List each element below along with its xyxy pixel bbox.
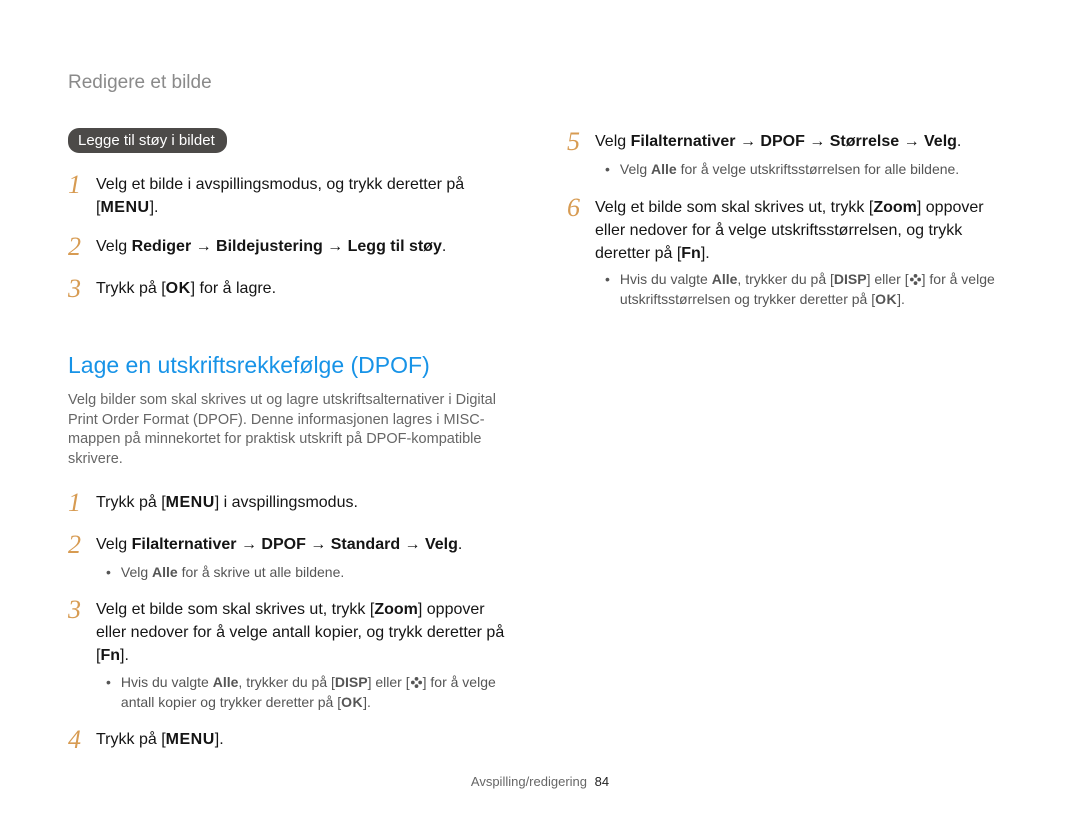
step-text: Trykk på [ (96, 731, 166, 748)
step-text: Trykk på [ (96, 494, 166, 511)
page-footer: Avspilling/redigering 84 (0, 774, 1080, 789)
content-columns: Legge til støy i bildet 1 Velg et bilde … (68, 128, 1012, 768)
step-number: 1 (68, 489, 86, 516)
bullet-text: Hvis du valgte (121, 674, 213, 690)
menu-path: Filalternativer → DPOF → Størrelse → Vel… (631, 133, 957, 150)
step-text: Trykk på [ (96, 280, 166, 297)
menu-icon: MENU (166, 494, 215, 511)
step-text: ]. (150, 199, 159, 216)
ok-icon: OK (166, 280, 191, 297)
dpof-step-6: 6 Velg et bilde som skal skrives ut, try… (567, 194, 1012, 266)
step-text: Velg (595, 133, 631, 150)
menu-path: Filalternativer → DPOF → Standard → Velg (132, 536, 458, 553)
menu-path: Rediger → Bildejustering → Legg til støy (132, 238, 442, 255)
step-3: 3 Trykk på [OK] for å lagre. (68, 275, 513, 302)
step-number: 5 (567, 128, 585, 155)
step-number: 2 (68, 531, 86, 558)
step-text: ] i avspillingsmodus. (215, 494, 358, 511)
step-number: 3 (68, 596, 86, 668)
step-text: Velg (96, 536, 132, 553)
step-number: 6 (567, 194, 585, 266)
page-header: Redigere et bilde (68, 72, 1012, 94)
step-text: Velg et bilde som skal skrives ut, trykk… (96, 601, 374, 618)
bullet-text: Velg (620, 161, 651, 177)
step-number: 3 (68, 275, 86, 302)
step-2: 2 Velg Rediger → Bildejustering → Legg t… (68, 233, 513, 260)
step-text: . (458, 536, 462, 553)
step-text: ]. (701, 245, 710, 262)
fn-label: Fn (681, 245, 701, 262)
bullet-text: Velg (121, 564, 152, 580)
step-text: Velg (96, 238, 132, 255)
disp-label: DISP (834, 271, 867, 287)
step-number: 2 (68, 233, 86, 260)
step-text: Velg et bilde som skal skrives ut, trykk… (595, 199, 873, 216)
bullet-text: Hvis du valgte (620, 271, 712, 287)
zoom-label: Zoom (374, 601, 418, 618)
disp-label: DISP (335, 674, 368, 690)
list-item: Hvis du valgte Alle, trykker du på [DISP… (106, 672, 513, 713)
step-1: 1 Velg et bilde i avspillingsmodus, og t… (68, 171, 513, 219)
bullet-text: , trykker du på [ (737, 271, 833, 287)
section-description: Velg bilder som skal skrives ut og lagre… (68, 391, 513, 469)
bullet-text: for å skrive ut alle bildene. (178, 564, 345, 580)
dpof-step-5: 5 Velg Filalternativer → DPOF → Størrels… (567, 128, 1012, 155)
page-number: 84 (595, 774, 609, 789)
zoom-label: Zoom (873, 199, 917, 216)
list-item: Velg Alle for å skrive ut alle bildene. (106, 562, 513, 582)
list-item: Hvis du valgte Alle, trykker du på [DISP… (605, 269, 1012, 310)
menu-icon: MENU (100, 199, 149, 216)
section-badge: Legge til støy i bildet (68, 128, 227, 153)
bullet-text: ]. (363, 694, 371, 710)
step-number: 4 (68, 726, 86, 753)
bullet-bold: Alle (152, 564, 178, 580)
dpof-step-1: 1 Trykk på [MENU] i avspillingsmodus. (68, 489, 513, 516)
step-text: . (957, 133, 961, 150)
fn-label: Fn (100, 647, 120, 664)
step-text: ] for å lagre. (191, 280, 276, 297)
bullet-bold: Alle (712, 271, 738, 287)
ok-icon: OK (341, 694, 363, 710)
bullet-text: , trykker du på [ (238, 674, 334, 690)
menu-icon: MENU (166, 731, 215, 748)
step-text: ]. (215, 731, 224, 748)
flower-icon (410, 676, 423, 689)
list-item: Velg Alle for å velge utskriftsstørrelse… (605, 159, 1012, 179)
bullet-text: ] eller [ (368, 674, 410, 690)
section-title: Lage en utskriftsrekkefølge (DPOF) (68, 352, 513, 379)
step-text: . (442, 238, 446, 255)
dpof-step-3: 3 Velg et bilde som skal skrives ut, try… (68, 596, 513, 668)
dpof-step-4: 4 Trykk på [MENU]. (68, 726, 513, 753)
bullet-text: for å velge utskriftsstørrelsen for alle… (677, 161, 959, 177)
step-text: ]. (120, 647, 129, 664)
bullet-text: ]. (897, 291, 905, 307)
dpof-step-2: 2 Velg Filalternativer → DPOF → Standard… (68, 531, 513, 558)
flower-icon (909, 273, 922, 286)
left-column: Legge til støy i bildet 1 Velg et bilde … (68, 128, 513, 768)
bullet-text: ] eller [ (867, 271, 909, 287)
ok-icon: OK (875, 291, 897, 307)
right-column: 5 Velg Filalternativer → DPOF → Størrels… (567, 128, 1012, 768)
step-number: 1 (68, 171, 86, 219)
footer-section: Avspilling/redigering (471, 774, 587, 789)
bullet-bold: Alle (213, 674, 239, 690)
bullet-bold: Alle (651, 161, 677, 177)
